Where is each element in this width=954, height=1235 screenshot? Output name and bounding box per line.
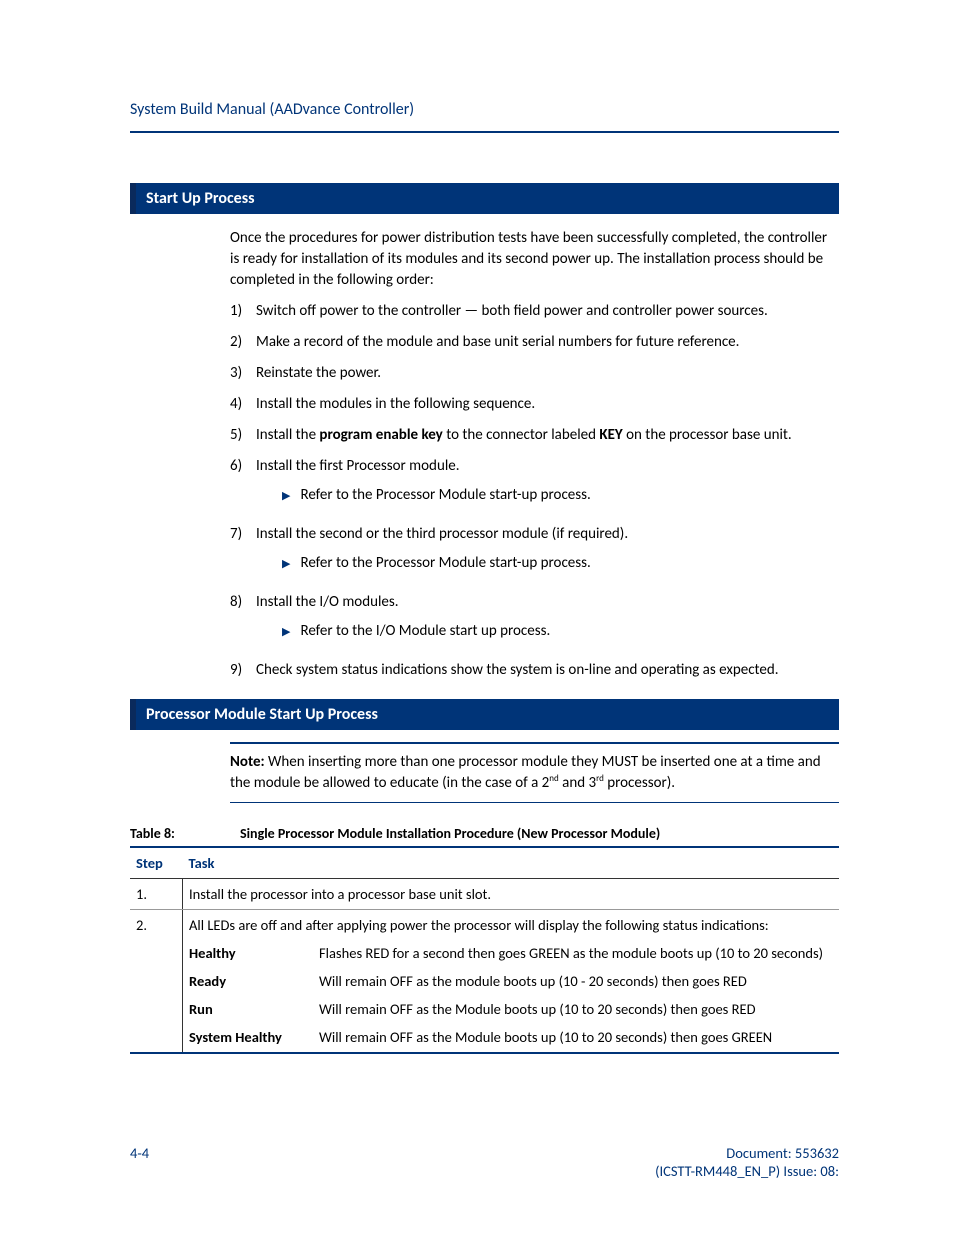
page-header-title: System Build Manual (AADvance Controller…: [130, 100, 839, 119]
table-head-task: Task: [183, 847, 840, 879]
table-cell-step: 1.: [130, 879, 183, 910]
step-mid: to the connector labeled: [443, 426, 600, 444]
led-row: System Healthy Will remain OFF as the Mo…: [189, 1028, 833, 1046]
note-pre: When inserting more than one processor m…: [230, 753, 821, 792]
sub-bullet: ▶ Refer to the Processor Module start-up…: [282, 553, 839, 574]
step-number: 8): [230, 592, 256, 613]
step-number: 1): [230, 301, 256, 322]
section-heading-processor: Processor Module Start Up Process: [130, 699, 839, 730]
step-item: 7) Install the second or the third proce…: [230, 524, 839, 582]
step-text: Install the first Processor module. ▶ Re…: [256, 456, 839, 514]
steps-list: 1) Switch off power to the controller — …: [230, 301, 839, 681]
intro-paragraph: Once the procedures for power distributi…: [230, 228, 839, 291]
step-text: Install the program enable key to the co…: [256, 425, 839, 446]
step-number: 7): [230, 524, 256, 545]
step-text: Install the I/O modules. ▶ Refer to the …: [256, 592, 839, 650]
step-number: 6): [230, 456, 256, 477]
table-cell-task: Install the processor into a processor b…: [183, 879, 840, 910]
step-main: Install the second or the third processo…: [256, 525, 628, 543]
led-row: Ready Will remain OFF as the module boot…: [189, 972, 833, 990]
note-mid: and 3: [559, 774, 596, 792]
table-head-step: Step: [130, 847, 183, 879]
note-sup1: nd: [549, 773, 558, 784]
step-number: 4): [230, 394, 256, 415]
sub-text: Refer to the Processor Module start-up p…: [300, 485, 590, 506]
footer-page-number: 4-4: [130, 1144, 149, 1180]
led-desc: Will remain OFF as the module boots up (…: [319, 972, 833, 990]
led-desc: Flashes RED for a second then goes GREEN…: [319, 944, 833, 962]
step-text: Make a record of the module and base uni…: [256, 332, 839, 353]
row2-intro: All LEDs are off and after applying powe…: [189, 916, 833, 934]
step-item: 9) Check system status indications show …: [230, 660, 839, 681]
step-item: 3) Reinstate the power.: [230, 363, 839, 384]
section-heading-startup: Start Up Process: [130, 183, 839, 214]
led-label: System Healthy: [189, 1028, 319, 1046]
led-row: Run Will remain OFF as the Module boots …: [189, 1000, 833, 1018]
led-desc: Will remain OFF as the Module boots up (…: [319, 1028, 833, 1046]
page-footer: 4-4 Document: 553632 (ICSTT-RM448_EN_P) …: [130, 1144, 839, 1180]
step-item: 1) Switch off power to the controller — …: [230, 301, 839, 322]
footer-issue: (ICSTT-RM448_EN_P) Issue: 08:: [655, 1162, 839, 1180]
table-row: 1. Install the processor into a processo…: [130, 879, 839, 910]
step-item: 2) Make a record of the module and base …: [230, 332, 839, 353]
step-number: 9): [230, 660, 256, 681]
step-pre: Install the: [256, 426, 319, 444]
intro-block: Once the procedures for power distributi…: [230, 228, 839, 681]
step-item: 8) Install the I/O modules. ▶ Refer to t…: [230, 592, 839, 650]
note-sup2: rd: [596, 773, 604, 784]
note-post: processor).: [604, 774, 675, 792]
step-number: 2): [230, 332, 256, 353]
sub-text: Refer to the Processor Module start-up p…: [300, 553, 590, 574]
triangle-icon: ▶: [282, 556, 290, 571]
sub-bullet: ▶ Refer to the Processor Module start-up…: [282, 485, 839, 506]
note-block: Note: When inserting more than one proce…: [230, 742, 839, 803]
triangle-icon: ▶: [282, 488, 290, 503]
step-bold1: program enable key: [319, 426, 442, 444]
step-item: 6) Install the first Processor module. ▶…: [230, 456, 839, 514]
note-label: Note:: [230, 753, 265, 771]
step-number: 5): [230, 425, 256, 446]
step-text: Check system status indications show the…: [256, 660, 839, 681]
step-text: Reinstate the power.: [256, 363, 839, 384]
table-cell-step: 2.: [130, 910, 183, 1054]
step-post: on the processor base unit.: [623, 426, 792, 444]
led-desc: Will remain OFF as the Module boots up (…: [319, 1000, 833, 1018]
step-bold2: KEY: [599, 426, 622, 444]
step-text: Install the modules in the following seq…: [256, 394, 839, 415]
led-label: Ready: [189, 972, 319, 990]
step-item: 4) Install the modules in the following …: [230, 394, 839, 415]
table-label: Table 8:: [130, 825, 240, 842]
step-text: Install the second or the third processo…: [256, 524, 839, 582]
step-main: Install the first Processor module.: [256, 457, 460, 475]
step-text: Switch off power to the controller — bot…: [256, 301, 839, 322]
table-caption: Table 8: Single Processor Module Install…: [130, 825, 839, 842]
step-main: Install the I/O modules.: [256, 593, 399, 611]
procedure-table: Step Task 1. Install the processor into …: [130, 846, 839, 1054]
led-label: Run: [189, 1000, 319, 1018]
sub-text: Refer to the I/O Module start up process…: [300, 621, 550, 642]
footer-document-id: Document: 553632: [655, 1144, 839, 1162]
header-divider: [130, 131, 839, 133]
step-number: 3): [230, 363, 256, 384]
led-row: Healthy Flashes RED for a second then go…: [189, 944, 833, 962]
table-caption-text: Single Processor Module Installation Pro…: [240, 825, 660, 842]
step-item: 5) Install the program enable key to the…: [230, 425, 839, 446]
led-label: Healthy: [189, 944, 319, 962]
triangle-icon: ▶: [282, 624, 290, 639]
sub-bullet: ▶ Refer to the I/O Module start up proce…: [282, 621, 839, 642]
table-row: 2. All LEDs are off and after applying p…: [130, 910, 839, 1054]
table-cell-task: All LEDs are off and after applying powe…: [183, 910, 840, 1054]
